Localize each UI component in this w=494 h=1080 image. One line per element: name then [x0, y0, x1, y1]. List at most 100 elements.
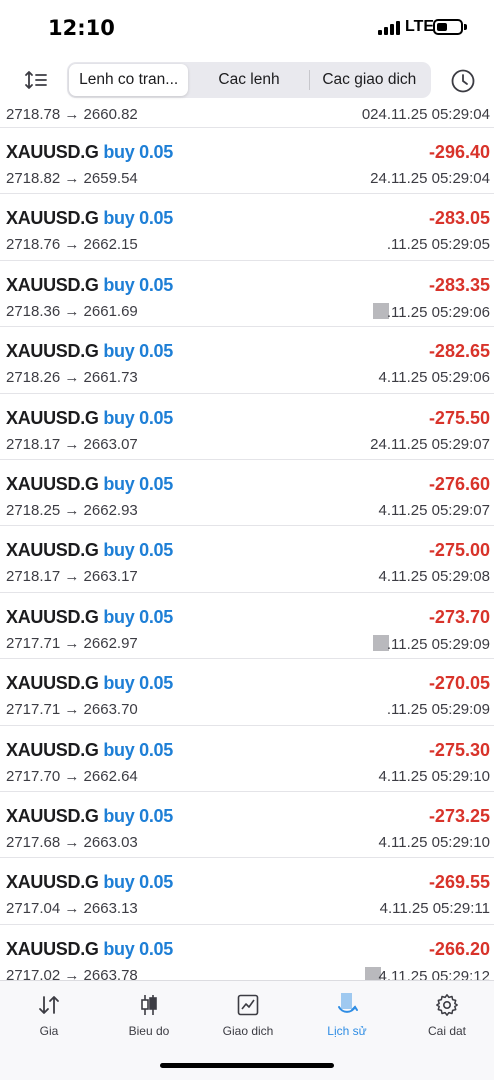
trade-symbol-line: XAUUSD.G buy 0.05 — [6, 673, 173, 694]
trade-time: 4.11.25 05:29:10 — [378, 767, 491, 785]
list-item[interactable]: XAUUSD.G buy 0.05 -275.30 2717.70 → 2662.6… — [0, 726, 494, 792]
trade-time-wrap: .11.25 05:29:09 — [372, 634, 490, 653]
trade-symbol: XAUUSD.G — [6, 142, 99, 162]
trade-symbol: XAUUSD.G — [6, 938, 99, 959]
trade-time-wrap: 24.11.25 05:29:04 — [370, 170, 490, 187]
trade-profit: -276.60 — [428, 474, 490, 494]
trade-time-wrap: 4.11.25 05:29:10 — [379, 834, 491, 851]
trade-side: buy 0.05 — [103, 673, 173, 694]
trade-prices: 2717.68 → 2663.03 — [6, 834, 138, 851]
trade-profit: -270.05 — [428, 673, 490, 694]
battery-tip — [464, 24, 467, 30]
tab-deals[interactable]: Cac giao dich — [310, 64, 429, 96]
quotes-icon — [39, 996, 59, 1014]
tab-history[interactable]: Lịch sử — [307, 991, 387, 1047]
list-item[interactable]: XAUUSD.G buy 0.05 -269.55 2717.04 → 2663.1… — [0, 858, 494, 925]
trade-symbol-line: XAUUSD.G buy 0.05 — [6, 142, 173, 163]
trade-side: buy 0.05 — [103, 806, 173, 826]
list-item[interactable]: XAUUSD.G buy 0.05 -275.50 2718.17 → 2663.0… — [0, 394, 494, 460]
trade-symbol-line: XAUUSD.G buy 0.05 — [6, 607, 173, 628]
trade-profit: -275.50 — [428, 407, 490, 428]
trade-chart-icon — [237, 994, 259, 1016]
trade-profit: -273.70 — [428, 606, 490, 627]
trade-time: 4.11.25 05:29:08 — [378, 568, 491, 586]
trade-side: buy 0.05 — [103, 606, 173, 627]
trade-side: buy 0.05 — [103, 208, 173, 229]
trade-history-list[interactable]: 2718.78 → 2660.82 024.11.25 05:29:04 XAU… — [0, 104, 494, 980]
trade-symbol: XAUUSD.G — [6, 341, 99, 362]
trade-side: buy 0.05 — [103, 474, 173, 494]
list-item[interactable]: XAUUSD.G buy 0.05 -282.65 2718.26 → 2661.7… — [0, 327, 494, 394]
trade-profit: -283.05 — [428, 208, 490, 229]
trade-prices: 2717.70 → 2662.64 — [6, 767, 138, 785]
tab-chart[interactable]: Bieu do — [109, 991, 189, 1047]
trade-prices: 2717.71 → 2662.97 — [6, 634, 138, 652]
trade-prices: 2718.82 → 2659.54 — [6, 170, 138, 187]
clock-icon[interactable] — [450, 68, 476, 94]
trade-side: buy 0.05 — [103, 142, 173, 162]
list-item[interactable]: XAUUSD.G buy 0.05 -296.40 2718.82 → 2659.5… — [0, 128, 494, 195]
trade-side: buy 0.05 — [103, 407, 173, 428]
list-item[interactable]: XAUUSD.G buy 0.05 -273.25 2717.68 → 2663.0… — [0, 792, 494, 859]
trade-symbol: XAUUSD.G — [6, 208, 99, 229]
cellular-signal-icon — [378, 21, 402, 35]
trade-time: 4.11.25 05:29:07 — [378, 502, 491, 519]
list-item[interactable]: XAUUSD.G buy 0.05 -276.60 2718.25 → 2662.9… — [0, 460, 494, 527]
trade-profit: -283.35 — [428, 274, 490, 295]
trade-symbol: XAUUSD.G — [6, 474, 99, 494]
trade-symbol-line: XAUUSD.G buy 0.05 — [6, 939, 173, 960]
tab-settings[interactable]: Cai dat — [407, 991, 487, 1047]
tab-label: Giao dich — [222, 1024, 274, 1038]
trade-time-wrap: 4.11.25 05:29:07 — [379, 502, 491, 519]
trade-prices: 2718.36 → 2661.69 — [6, 302, 138, 320]
trade-time: 4.11.25 05:29:11 — [379, 900, 490, 918]
trade-time-wrap: 24.11.25 05:29:07 — [370, 436, 490, 453]
trade-prices: 2718.25 → 2662.93 — [6, 502, 138, 519]
tab-quotes[interactable]: Gia — [9, 991, 89, 1047]
trade-prices: 2718.26 → 2661.73 — [6, 369, 138, 387]
network-type: LTE — [405, 18, 435, 35]
trade-symbol-line: XAUUSD.G buy 0.05 — [6, 208, 173, 229]
trade-time: 24.11.25 05:29:04 — [370, 170, 490, 187]
trade-symbol-line: XAUUSD.G buy 0.05 — [6, 275, 173, 296]
trade-time: .11.25 05:29:09 — [386, 635, 490, 653]
trade-prices: 2718.78 → 2660.82 — [6, 106, 138, 123]
tab-orders[interactable]: Cac lenh — [189, 64, 308, 96]
list-item[interactable]: XAUUSD.G buy 0.05 -275.00 2718.17 → 2663.1… — [0, 526, 494, 593]
tab-open-positions[interactable]: Lenh co tran... — [69, 64, 189, 96]
list-item[interactable]: XAUUSD.G buy 0.05 -266.20 2717.02 → 2663.7… — [0, 925, 494, 980]
trade-time-wrap: .11.25 05:29:06 — [372, 302, 490, 321]
trade-side: buy 0.05 — [103, 938, 173, 959]
list-item[interactable]: 2718.78 → 2660.82 024.11.25 05:29:04 — [0, 104, 494, 128]
trade-time-wrap: 4.11.25 05:29:11 — [380, 900, 490, 917]
list-item[interactable]: XAUUSD.G buy 0.05 -283.35 2718.36 → 2661.6… — [0, 261, 494, 328]
trade-time: 4.11.25 05:29:10 — [378, 834, 491, 851]
trade-prices: 2718.17 → 2663.07 — [6, 435, 138, 453]
trade-time: .11.25 05:29:09 — [386, 701, 490, 719]
trade-symbol: XAUUSD.G — [6, 606, 99, 627]
tab-label: Lịch sử — [327, 1024, 367, 1038]
list-item[interactable]: XAUUSD.G buy 0.05 -270.05 2717.71 → 2663.7… — [0, 659, 494, 726]
trade-symbol: XAUUSD.G — [6, 673, 99, 694]
home-indicator[interactable] — [160, 1063, 334, 1068]
list-item[interactable]: XAUUSD.G buy 0.05 -273.70 2717.71 → 2662.9… — [0, 593, 494, 660]
trade-prices: 2718.76 → 2662.15 — [6, 236, 138, 254]
tab-label: Cai dat — [427, 1024, 467, 1038]
list-item[interactable]: XAUUSD.G buy 0.05 -283.05 2718.76 → 2662.1… — [0, 194, 494, 261]
trade-side: buy 0.05 — [103, 872, 173, 893]
settings-gear-icon — [436, 994, 458, 1016]
trade-prices: 2717.02 → 2663.78 — [6, 966, 138, 980]
status-time: 12:10 — [48, 16, 115, 40]
trade-profit: -296.40 — [428, 142, 490, 162]
tab-trade[interactable]: Giao dich — [208, 991, 288, 1047]
trade-symbol: XAUUSD.G — [6, 872, 99, 893]
sort-icon[interactable] — [24, 68, 48, 92]
trade-side: buy 0.05 — [103, 274, 173, 295]
history-icon — [338, 993, 358, 1013]
trade-time-wrap: 4.11.25 05:29:10 — [379, 768, 491, 785]
battery-icon — [433, 19, 463, 35]
trade-prices: 2718.17 → 2663.17 — [6, 568, 138, 586]
trade-time-wrap: 4.11.25 05:29:08 — [379, 568, 491, 585]
tab-label: Gia — [39, 1024, 59, 1038]
trade-symbol: XAUUSD.G — [6, 274, 99, 295]
